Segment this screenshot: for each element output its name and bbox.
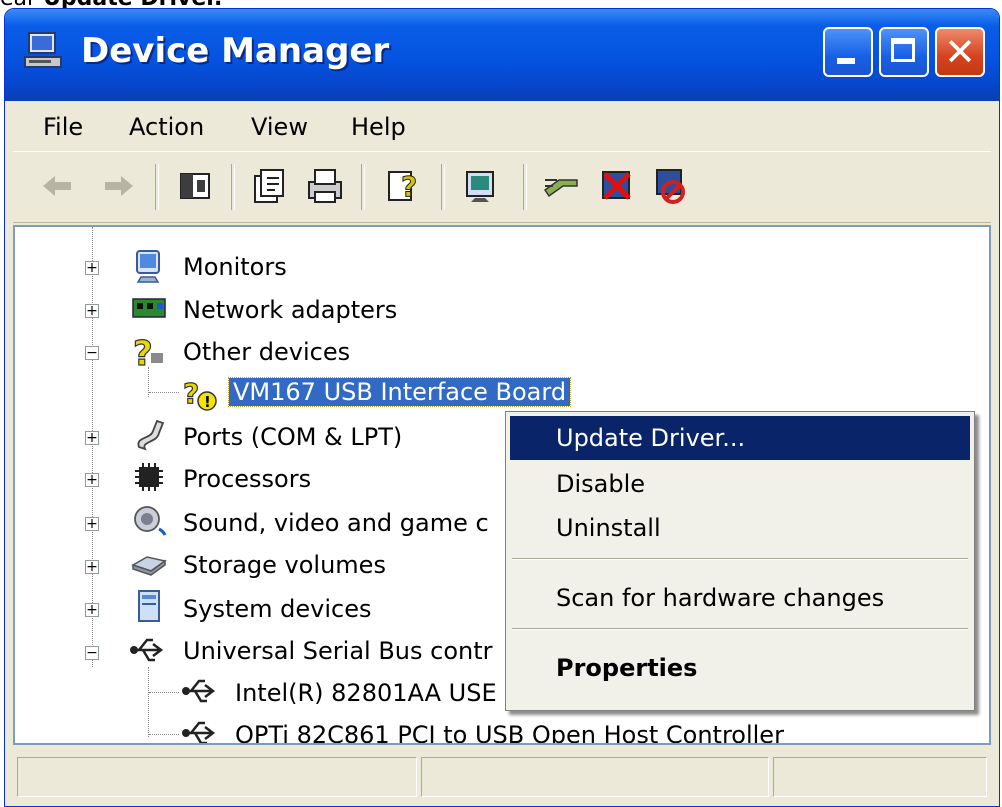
monitor-icon [136,250,160,283]
scan-hardware-icon[interactable] [461,166,501,206]
menu-item-disable[interactable]: Disable [510,462,970,506]
expand-toggle[interactable]: + [85,304,99,318]
menu-item-scan-hardware[interactable]: Scan for hardware changes [510,576,970,620]
tree-item-storage[interactable]: Storage volumes [183,545,386,585]
tree-item-system[interactable]: System devices [183,589,371,629]
port-icon [137,419,165,451]
warning-question-icon: ? [132,333,163,369]
print-icon[interactable] [305,166,345,206]
expand-toggle[interactable]: + [85,517,99,531]
tree-item-processors[interactable]: Processors [183,459,311,499]
tree-connector [148,667,149,737]
minimize-icon [837,58,855,64]
expand-toggle[interactable]: + [85,261,99,275]
toolbar: ? [13,151,991,223]
menu-item-uninstall[interactable]: Uninstall [510,506,970,550]
tree-connector [149,692,179,693]
window-title: Device Manager [81,31,390,71]
title-bar[interactable]: Device Manager ✕ [5,9,999,101]
tree-item-ports[interactable]: Ports (COM & LPT) [183,417,402,457]
menu-item-update-driver[interactable]: Update Driver... [510,416,970,460]
back-arrow-icon[interactable] [37,166,77,206]
computer-icon [138,590,160,622]
usb-icon [182,721,216,743]
forward-arrow-icon[interactable] [99,166,139,206]
menu-bar: File Action View Help [13,101,991,151]
tree-item-opti-usb[interactable]: OPTi 82C861 PCI to USB Open Host Control… [235,715,784,743]
close-button[interactable]: ✕ [935,27,985,77]
expand-toggle[interactable]: + [85,431,99,445]
help-icon[interactable]: ? [383,166,423,206]
toolbar-separator [155,164,159,210]
expand-toggle[interactable]: + [85,560,99,574]
svg-text:!: ! [204,393,211,411]
menu-action[interactable]: Action [129,113,204,141]
expand-toggle[interactable]: + [85,473,99,487]
uninstall-icon[interactable] [597,166,637,206]
menu-file[interactable]: File [43,113,83,141]
device-manager-window: Device Manager ✕ File Action View Help ?… [4,8,1000,807]
chip-icon [135,463,163,491]
toolbar-separator [523,164,527,210]
warning-question-icon: ? ! [182,376,217,411]
tree-item-intel-usb[interactable]: Intel(R) 82801AA USE [235,673,497,713]
status-pane-tertiary [773,757,987,797]
tree-item-sound[interactable]: Sound, video and game c [183,503,489,543]
network-card-icon [132,298,166,318]
collapse-toggle[interactable]: − [85,646,99,660]
svg-text:?: ? [183,377,199,410]
svg-text:?: ? [133,334,153,369]
context-menu: Update Driver... Disable Uninstall Scan … [505,411,975,711]
computer-icon [24,32,62,68]
status-bar [13,753,991,801]
menu-item-properties[interactable]: Properties [510,646,970,690]
close-icon: ✕ [944,30,976,74]
usb-icon [130,638,164,662]
update-driver-icon[interactable] [541,166,581,206]
menu-separator [512,628,968,630]
tree-item-vm167-selected[interactable]: VM167 USB Interface Board [227,373,572,411]
minimize-button[interactable] [823,27,873,77]
speaker-icon [134,506,167,536]
tree-item-vm167[interactable]: VM167 USB Interface Board [227,377,572,407]
properties-icon[interactable] [249,166,289,206]
tree-item-usb[interactable]: Universal Serial Bus contr [183,631,493,671]
menu-separator [512,558,968,560]
usb-icon [182,679,216,703]
tree-item-network-adapters[interactable]: Network adapters [183,290,397,330]
tree-item-other-devices[interactable]: Other devices [183,332,350,372]
svg-text:?: ? [401,170,417,203]
disk-icon [131,556,167,576]
menu-view[interactable]: View [251,113,308,141]
maximize-button[interactable] [879,27,929,77]
toolbar-separator [231,164,235,210]
menu-help[interactable]: Help [351,113,406,141]
tree-connector [92,227,93,667]
status-pane-secondary [421,757,769,797]
maximize-icon [891,38,915,62]
tree-connector [149,392,179,393]
tree-connector [149,734,179,735]
collapse-toggle[interactable]: − [85,346,99,360]
show-hide-tree-icon[interactable] [175,166,215,206]
expand-toggle[interactable]: + [85,603,99,617]
disable-icon[interactable] [651,166,691,206]
tree-item-monitors[interactable]: Monitors [183,247,287,287]
status-pane-main [17,757,417,797]
toolbar-separator [361,164,365,210]
toolbar-separator [441,164,445,210]
